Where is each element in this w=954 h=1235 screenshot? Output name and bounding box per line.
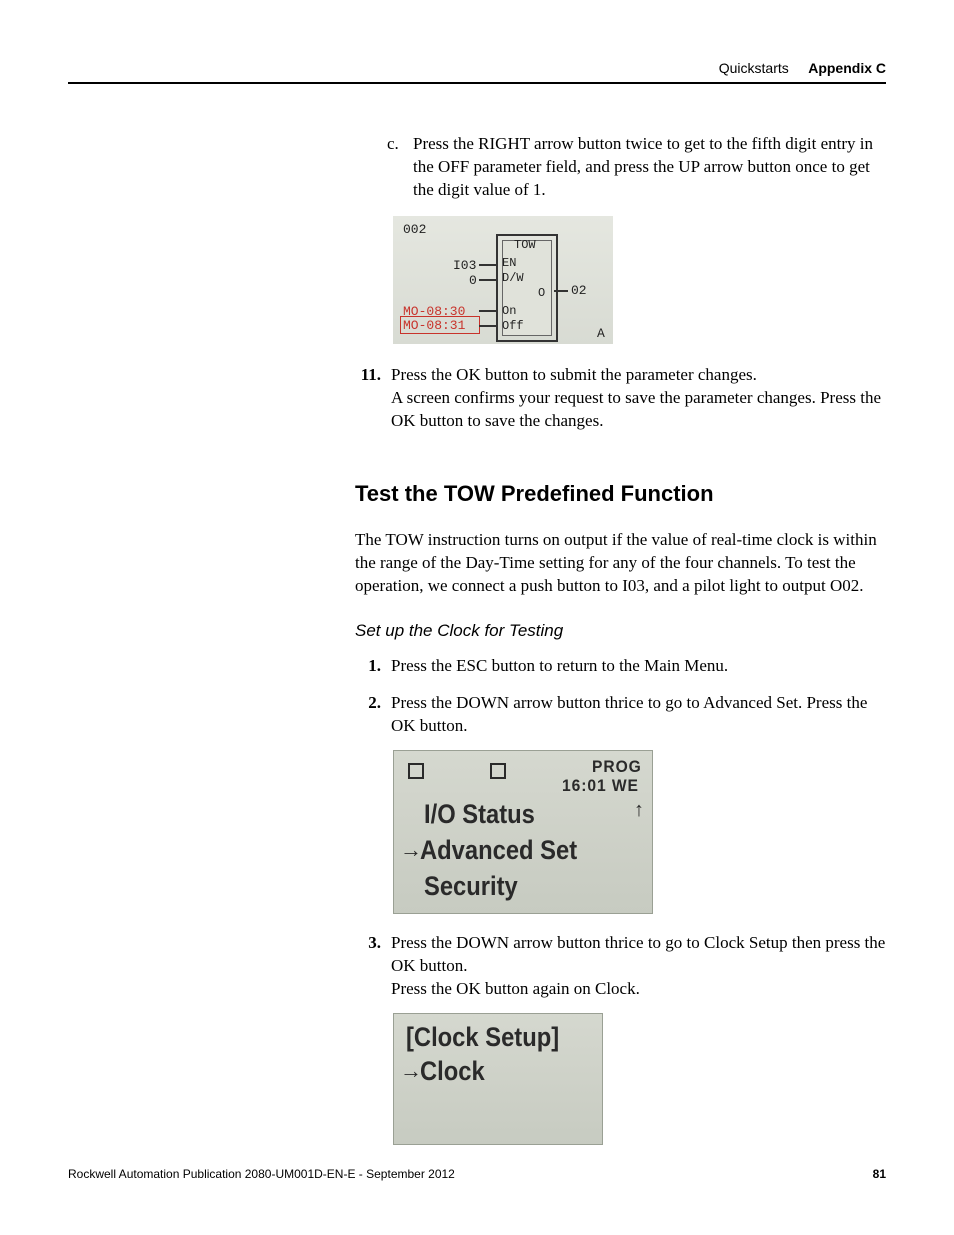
step-3-text: Press the DOWN arrow button thrice to go… [391,932,886,978]
shot1-out: 02 [571,283,587,298]
step-num: 11. [355,364,381,433]
lcd2-line1: I/O Status [424,799,535,830]
heading-test-tow: Test the TOW Predefined Function [355,481,886,507]
shot1-i03: I03 [453,258,476,273]
lcd2-prog: PROG [592,757,642,777]
shot1-off: Off [502,319,524,333]
footer-publication: Rockwell Automation Publication 2080-UM0… [68,1167,455,1181]
lcd2-sq2 [490,763,506,779]
header-section: Quickstarts [719,60,789,76]
lcd2-sq1 [408,763,424,779]
shot1-dw: D/W [502,271,524,285]
step-3-text2: Press the OK button again on Clock. [391,978,886,1001]
shot1-block: TOW EN D/W O On Off [496,234,558,342]
step-1: 1. Press the ESC button to return to the… [355,655,886,678]
substep-c: c. Press the RIGHT arrow button twice to… [387,133,886,202]
footer-page-number: 81 [873,1167,886,1181]
lcd3-title: [Clock Setup] [406,1022,559,1053]
lcd2-line3: Security [424,871,518,902]
header-appendix: Appendix C [808,60,886,76]
page-footer: Rockwell Automation Publication 2080-UM0… [68,1167,886,1181]
lcd2-line2: Advanced Set [420,835,577,866]
step-2: 2. Press the DOWN arrow button thrice to… [355,692,886,738]
substep-text: Press the RIGHT arrow button twice to ge… [413,133,886,202]
shot1-002: 002 [403,222,426,237]
shot1-on: On [502,304,516,318]
heading-clock-setup: Set up the Clock for Testing [355,621,886,641]
shot1-zero: 0 [469,273,477,288]
lcd3-arrow-icon: → [400,1058,422,1084]
lcd-advanced-set: PROG 16:01 WE ↑ I/O Status → Advanced Se… [393,750,653,914]
shot1-o: O [538,286,545,300]
step-11-line2: A screen confirms your request to save t… [391,387,886,433]
lcd2-uparrow-icon: ↑ [634,799,644,822]
step-11-line1: Press the OK button to submit the parame… [391,364,886,387]
lcd2-time: 16:01 WE [562,776,639,796]
step-1-text: Press the ESC button to return to the Ma… [391,655,728,678]
shot1-a: A [597,326,605,341]
lcd2-arrow-icon: → [400,837,422,863]
shot1-en: EN [502,256,516,270]
paragraph-tow-desc: The TOW instruction turns on output if t… [355,529,886,598]
page-header: Quickstarts Appendix C [68,60,886,84]
step-2-text: Press the DOWN arrow button thrice to go… [391,692,886,738]
step-3: 3. Press the DOWN arrow button thrice to… [355,932,886,1001]
step-num: 2. [355,692,381,738]
substep-label: c. [387,133,405,202]
step-num: 3. [355,932,381,1001]
step-num: 1. [355,655,381,678]
shot1-redbox [400,316,480,334]
lcd3-line1: Clock [420,1056,485,1087]
step-11: 11. Press the OK button to submit the pa… [355,364,886,433]
lcd-clock-setup: [Clock Setup] → Clock [393,1013,603,1145]
shot1-tow: TOW [514,238,536,252]
tow-block-screenshot: 002 I03 0 MO-08:30 MO-08:31 TOW EN D/W O… [393,216,613,344]
